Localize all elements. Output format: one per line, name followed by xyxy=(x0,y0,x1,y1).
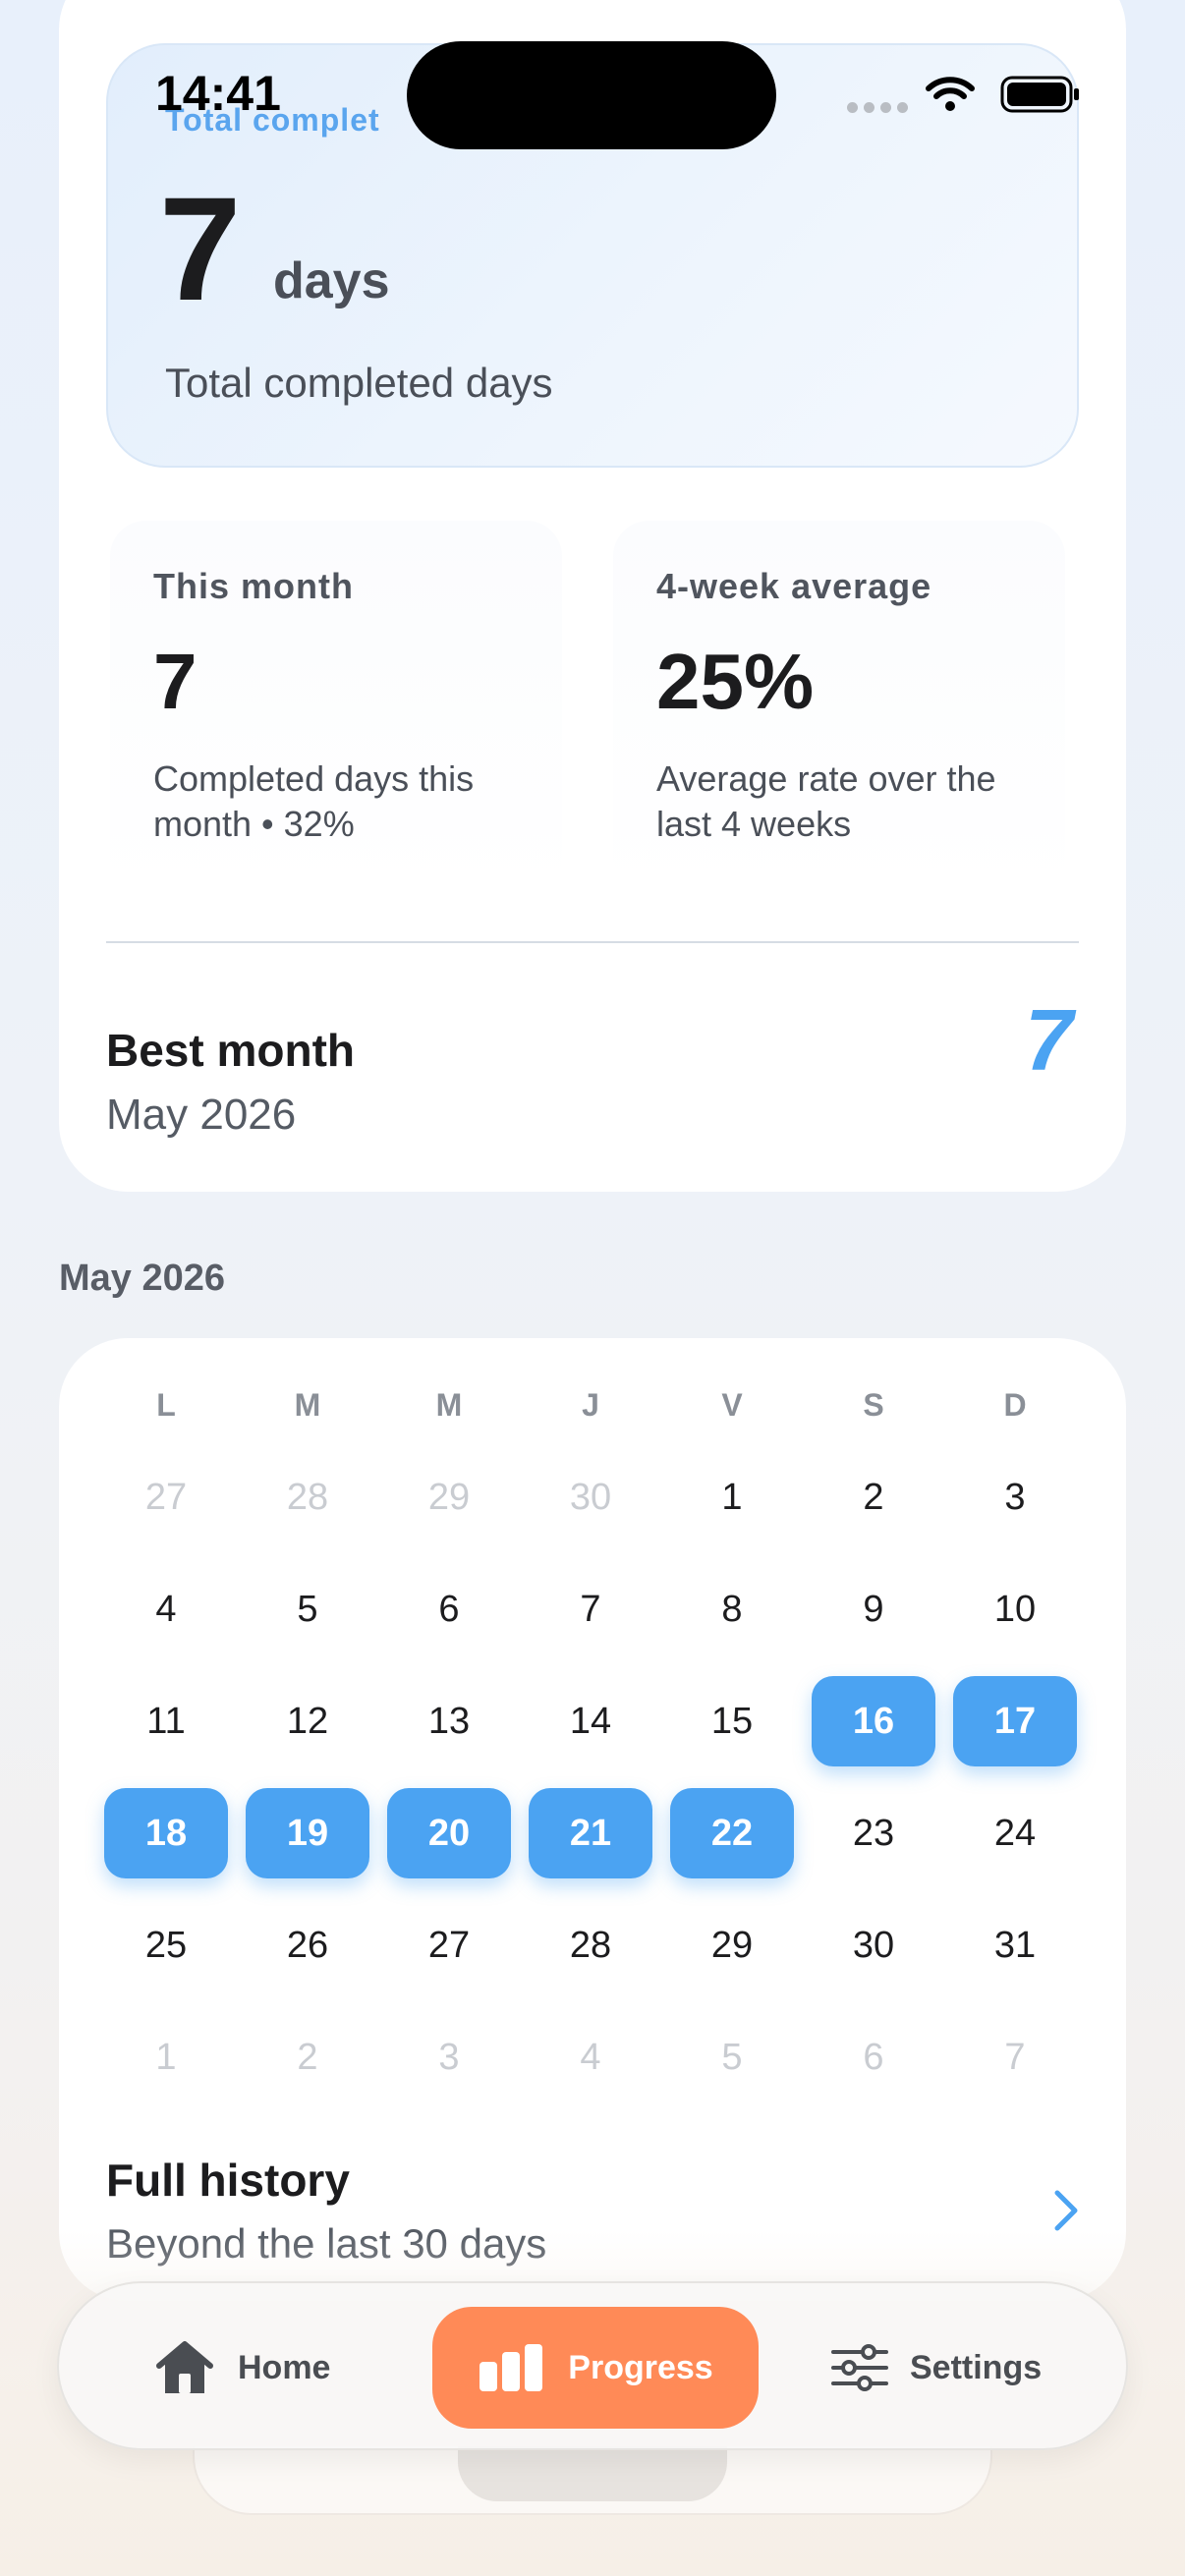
calendar-day[interactable]: 29 xyxy=(387,1452,511,1542)
calendar-day[interactable]: 28 xyxy=(529,1900,652,1990)
chevron-right-icon[interactable] xyxy=(1049,2187,1083,2234)
calendar-day[interactable]: 24 xyxy=(953,1788,1077,1878)
weekday-label: L xyxy=(156,1387,176,1423)
full-history-title[interactable]: Full history xyxy=(106,2154,350,2207)
home-icon xyxy=(156,2341,213,2393)
calendar-day[interactable]: 14 xyxy=(529,1676,652,1766)
wifi-icon xyxy=(926,77,975,111)
calendar-day-completed[interactable]: 22 xyxy=(670,1788,794,1878)
calendar-day[interactable]: 9 xyxy=(812,1564,935,1654)
calendar-day[interactable]: 5 xyxy=(670,2012,794,2102)
calendar-day[interactable]: 25 xyxy=(104,1900,228,1990)
calendar-day[interactable]: 3 xyxy=(387,2012,511,2102)
tab-progress-label: Progress xyxy=(568,2348,713,2386)
four-week-average-card: 4-week average 25% Average rate over the… xyxy=(613,521,1065,894)
total-days-unit: days xyxy=(273,252,390,309)
four-week-description: Average rate over the last 4 weeks xyxy=(656,758,996,844)
weekday-label: D xyxy=(1003,1387,1027,1423)
calendar-day[interactable]: 23 xyxy=(812,1788,935,1878)
sliders-icon xyxy=(831,2344,888,2391)
calendar-day[interactable]: 27 xyxy=(387,1900,511,1990)
calendar-day[interactable]: 4 xyxy=(529,2012,652,2102)
best-month-value: 7 xyxy=(1025,991,1073,1089)
calendar-day[interactable]: 8 xyxy=(670,1564,794,1654)
divider xyxy=(106,941,1079,943)
calendar-day-completed[interactable]: 21 xyxy=(529,1788,652,1878)
calendar-day[interactable]: 2 xyxy=(246,2012,369,2102)
status-time: 14:41 xyxy=(155,66,281,121)
calendar-day[interactable]: 31 xyxy=(953,1900,1077,1990)
weekday-label: V xyxy=(721,1387,743,1423)
calendar-day[interactable]: 7 xyxy=(953,2012,1077,2102)
tab-settings-label: Settings xyxy=(910,2348,1043,2386)
this-month-card: This month 7 Completed days this month •… xyxy=(110,521,562,894)
calendar-day-completed[interactable]: 20 xyxy=(387,1788,511,1878)
best-month-title: Best month xyxy=(106,1025,355,1076)
calendar-day[interactable]: 26 xyxy=(246,1900,369,1990)
best-month-name: May 2026 xyxy=(106,1091,297,1139)
weekday-label: J xyxy=(582,1387,599,1423)
weekday-label: S xyxy=(863,1387,884,1423)
calendar-day[interactable]: 15 xyxy=(670,1676,794,1766)
dynamic-island xyxy=(407,41,776,149)
four-week-title: 4-week average xyxy=(656,566,932,606)
calendar-day[interactable]: 4 xyxy=(104,1564,228,1654)
calendar-day[interactable]: 6 xyxy=(387,1564,511,1654)
weekday-label: M xyxy=(435,1387,463,1423)
calendar-day[interactable]: 11 xyxy=(104,1676,228,1766)
calendar-day[interactable]: 3 xyxy=(953,1452,1077,1542)
four-week-value: 25% xyxy=(656,638,815,725)
calendar-day-completed[interactable]: 18 xyxy=(104,1788,228,1878)
calendar-day-completed[interactable]: 19 xyxy=(246,1788,369,1878)
calendar-day[interactable]: 1 xyxy=(104,2012,228,2102)
calendar-day[interactable]: 1 xyxy=(670,1452,794,1542)
signal-icon xyxy=(847,102,908,113)
calendar-day[interactable]: 7 xyxy=(529,1564,652,1654)
calendar-day-completed[interactable]: 17 xyxy=(953,1676,1077,1766)
calendar-day[interactable]: 30 xyxy=(529,1452,652,1542)
calendar-day[interactable]: 13 xyxy=(387,1676,511,1766)
calendar-day-completed[interactable]: 16 xyxy=(812,1676,935,1766)
calendar-day[interactable]: 30 xyxy=(812,1900,935,1990)
calendar-day[interactable]: 28 xyxy=(246,1452,369,1542)
calendar-day[interactable]: 6 xyxy=(812,2012,935,2102)
weekday-label: M xyxy=(294,1387,321,1423)
calendar-month-label: May 2026 xyxy=(59,1258,226,1299)
total-days-value: 7 xyxy=(159,166,242,331)
calendar-day[interactable]: 2 xyxy=(812,1452,935,1542)
this-month-description: Completed days this month • 32% xyxy=(153,758,475,844)
tab-home[interactable]: Home xyxy=(153,2307,448,2429)
battery-icon xyxy=(1000,76,1079,113)
tab-bar: Home Progress Settings xyxy=(57,2281,1128,2450)
calendar-day[interactable]: 5 xyxy=(246,1564,369,1654)
tab-settings[interactable]: Settings xyxy=(831,2307,1106,2429)
calendar-day[interactable]: 12 xyxy=(246,1676,369,1766)
calendar-day[interactable]: 29 xyxy=(670,1900,794,1990)
tab-home-label: Home xyxy=(238,2348,331,2386)
tab-progress[interactable]: Progress xyxy=(432,2307,759,2429)
calendar-day[interactable]: 10 xyxy=(953,1564,1077,1654)
bar-chart-icon xyxy=(480,2344,543,2391)
this-month-title: This month xyxy=(153,566,354,606)
home-indicator xyxy=(458,2446,727,2501)
total-days-caption: Total completed days xyxy=(165,360,553,406)
calendar-day[interactable]: 27 xyxy=(104,1452,228,1542)
this-month-value: 7 xyxy=(153,638,198,725)
